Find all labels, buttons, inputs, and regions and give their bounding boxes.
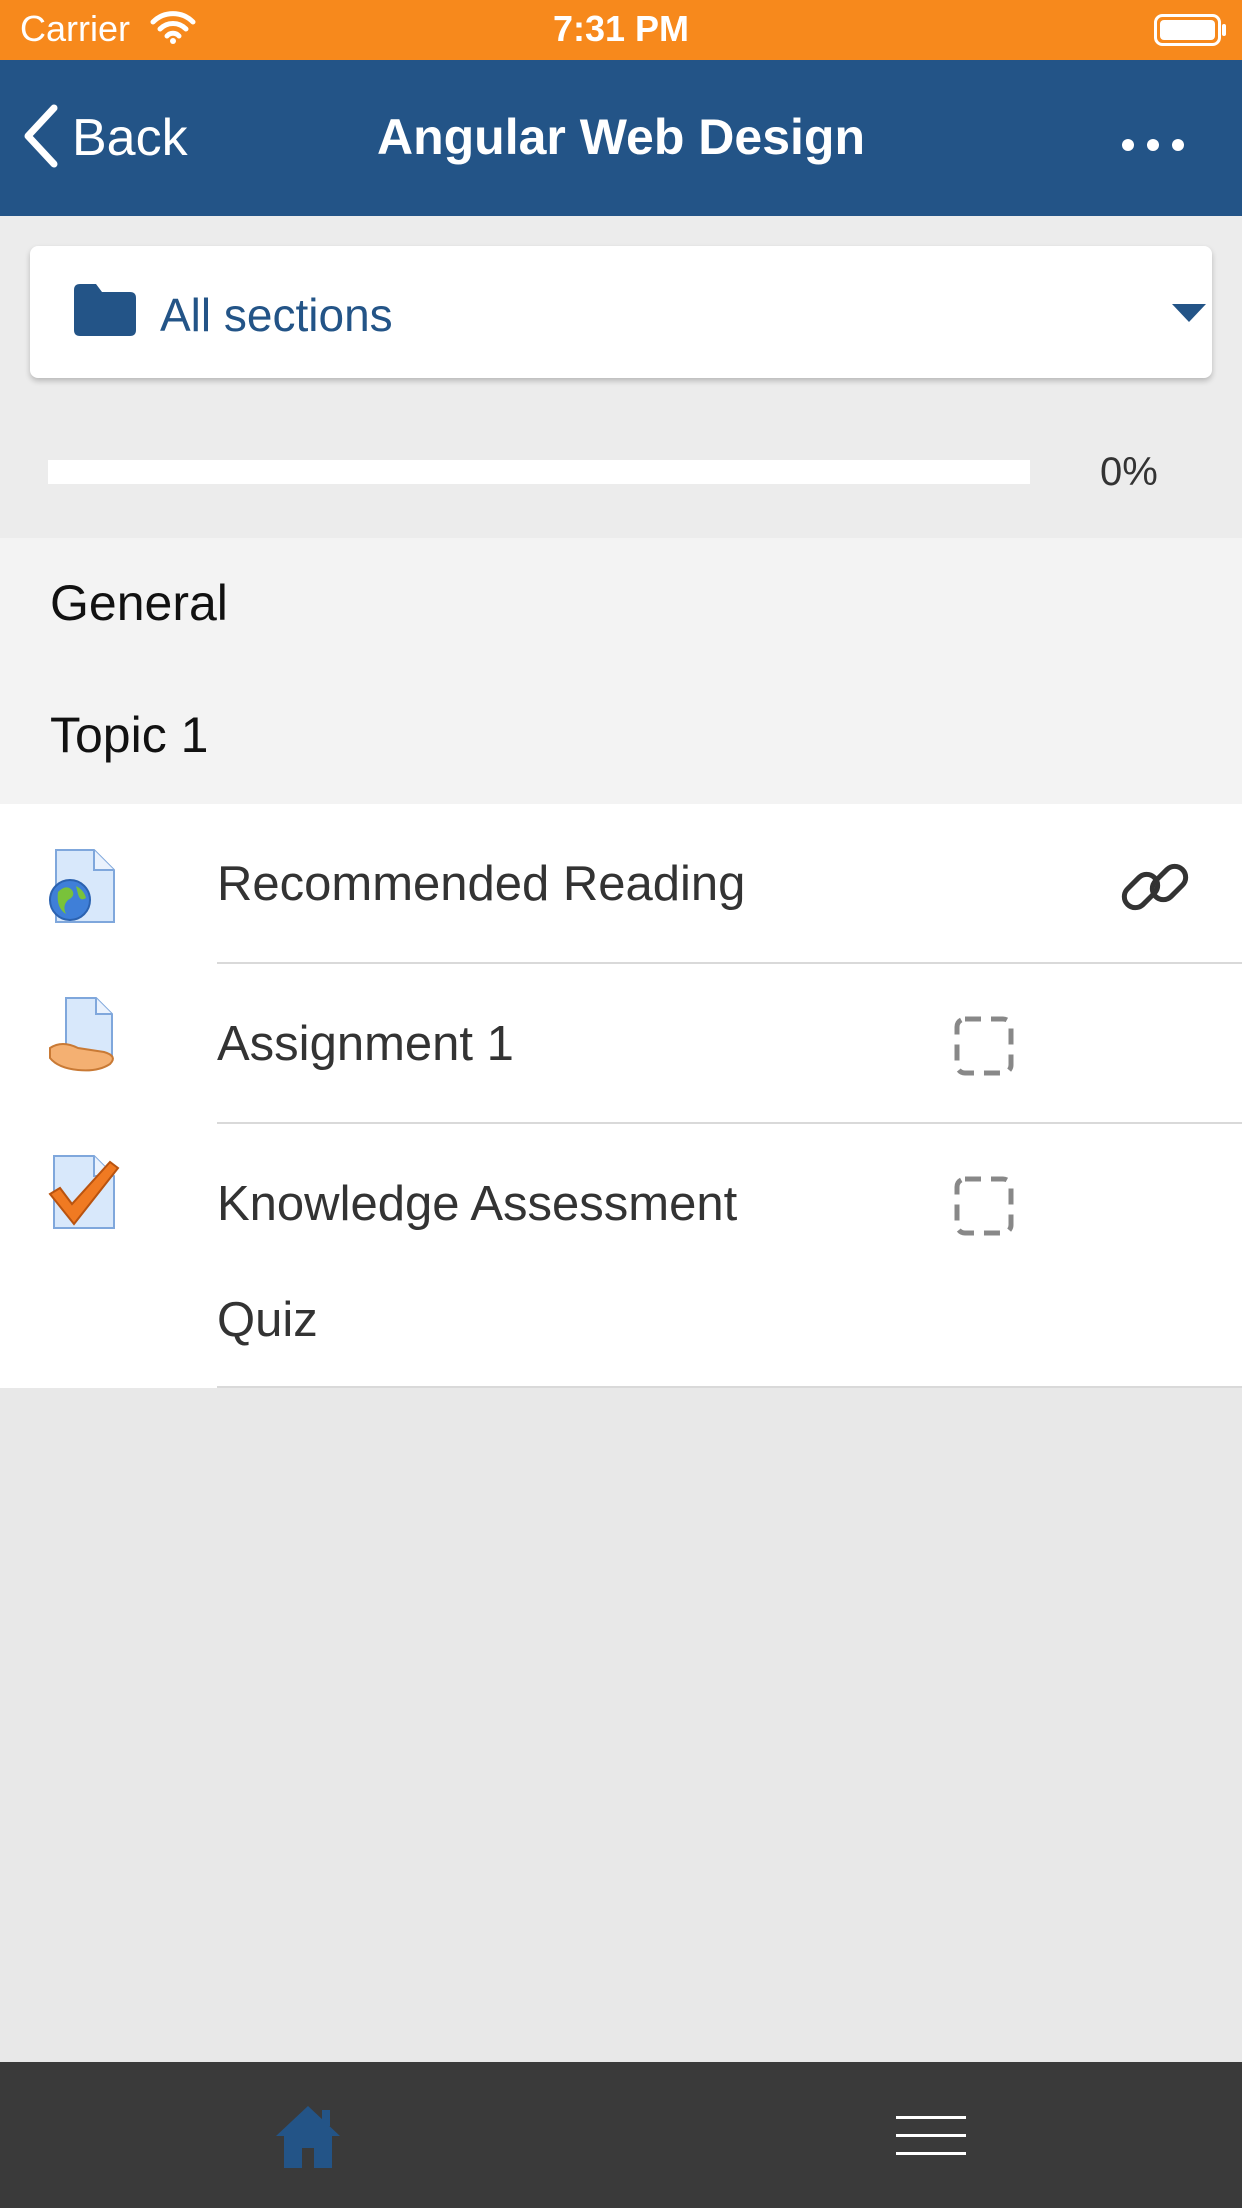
divider	[217, 1386, 1242, 1388]
status-time: 7:31 PM	[552, 8, 690, 49]
url-resource-icon	[48, 848, 116, 929]
progress-label: 0%	[1100, 450, 1158, 494]
activity-label: Assignment 1	[217, 1017, 514, 1071]
status-bar: Carrier 7:31 PM	[0, 0, 1242, 60]
activity-label-line-1: Knowledge Assessment	[217, 1177, 738, 1231]
activity-label-line-2: Quiz	[217, 1293, 318, 1347]
completion-checkbox-icon[interactable]	[954, 1176, 1014, 1241]
tab-bar	[0, 2062, 1242, 2208]
navigation-bar: Back Angular Web Design	[0, 60, 1242, 216]
section-list: General Topic 1	[0, 538, 1242, 804]
quiz-icon	[48, 1154, 120, 1235]
course-header-area: All sections 0%	[0, 216, 1242, 538]
course-content: All sections 0% General Topic 1 Recommen…	[0, 216, 1242, 2062]
assignment-icon	[48, 996, 120, 1081]
section-item-general[interactable]: General	[50, 574, 228, 632]
progress-bar	[48, 460, 1030, 484]
section-selector[interactable]: All sections	[30, 246, 1212, 378]
section-item-topic-1[interactable]: Topic 1	[50, 706, 208, 764]
link-icon	[1118, 850, 1192, 929]
activity-knowledge-assessment-quiz[interactable]: Knowledge Assessment Quiz	[0, 1124, 1242, 1388]
activity-assignment-1[interactable]: Assignment 1	[0, 964, 1242, 1124]
activity-recommended-reading[interactable]: Recommended Reading	[0, 804, 1242, 964]
home-icon[interactable]	[274, 2104, 342, 2175]
page-title: Angular Web Design	[376, 109, 865, 165]
activity-label: Recommended Reading	[217, 857, 746, 911]
menu-icon[interactable]	[896, 2114, 966, 2163]
activity-list: Recommended Reading Assignment 1 Knowled…	[0, 804, 1242, 1388]
section-selector-label: All sections	[160, 289, 393, 341]
folder-icon	[74, 282, 136, 341]
battery-icon	[1154, 14, 1228, 51]
completion-checkbox-icon[interactable]	[954, 1016, 1014, 1081]
caret-down-icon	[1172, 304, 1206, 327]
more-icon[interactable]	[1118, 130, 1188, 160]
